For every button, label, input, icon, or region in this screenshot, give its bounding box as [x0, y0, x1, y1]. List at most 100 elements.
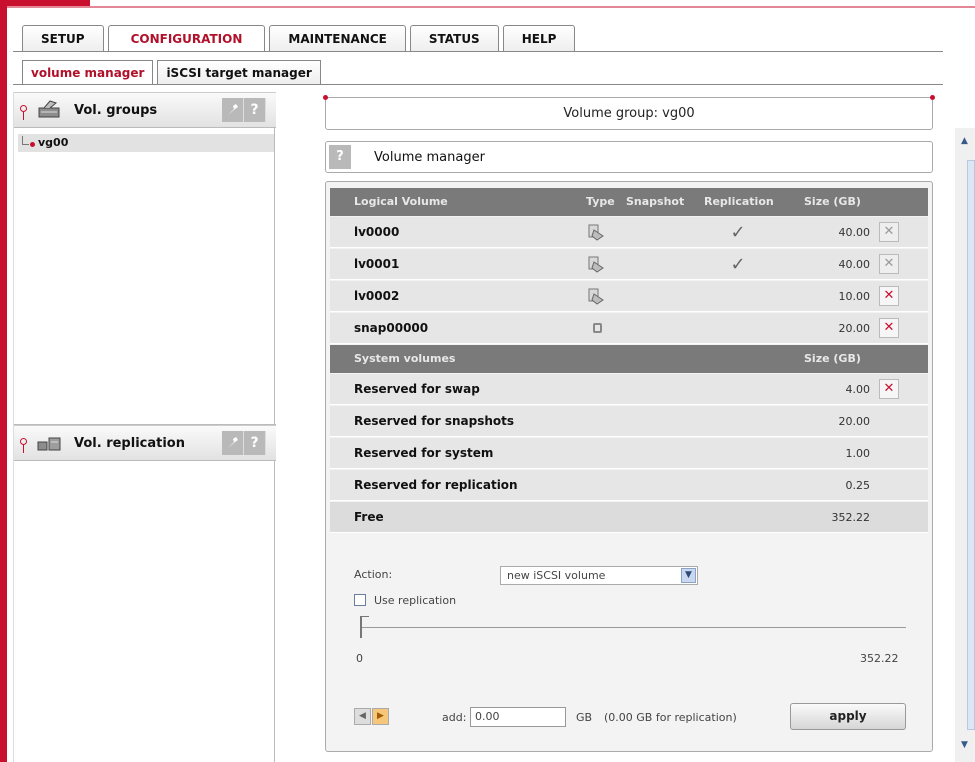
size-slider-thumb[interactable]: [360, 616, 369, 638]
system-volume-table-header: System volumes Size (GB): [330, 345, 928, 373]
tab-status[interactable]: STATUS: [409, 25, 499, 51]
help-icon[interactable]: ?: [244, 98, 266, 122]
chevron-right-icon[interactable]: ▶: [372, 708, 389, 725]
delete-icon[interactable]: ✕: [879, 318, 899, 338]
delete-icon[interactable]: ✕: [879, 222, 899, 242]
volume-manager-title: Volume manager: [374, 150, 485, 165]
action-label: Action:: [354, 568, 393, 581]
tab-setup[interactable]: SETUP: [22, 25, 104, 51]
main-tabs: SETUP CONFIGURATION MAINTENANCE STATUS H…: [22, 25, 579, 52]
volume-group-header: Volume group: vg00: [323, 95, 935, 130]
vol-groups-actions: ?: [222, 98, 266, 122]
volume-name: snap00000: [354, 321, 429, 335]
window-frame-left: [0, 0, 7, 762]
volume-size: 20.00: [838, 322, 871, 335]
replication-note: (0.00 GB for replication): [604, 711, 737, 724]
col-logical-volume: Logical Volume: [354, 195, 448, 208]
snapshot-icon: [593, 323, 602, 333]
chevron-down-icon[interactable]: ▼: [681, 568, 696, 583]
left-panel: Vol. groups ? vg00 Vol. replication ?: [13, 92, 276, 762]
tab-configuration[interactable]: CONFIGURATION: [107, 25, 266, 52]
system-volume-name: Reserved for swap: [354, 382, 480, 396]
table-row: Reserved for swap 4.00 ✕: [330, 374, 928, 405]
vol-replication-title: Vol. replication: [74, 436, 185, 451]
tree-item-vg00[interactable]: vg00: [18, 134, 274, 152]
table-row: Reserved for snapshots 20.00: [330, 406, 928, 437]
help-icon[interactable]: ?: [244, 431, 266, 455]
volume-size: 40.00: [838, 258, 871, 271]
pin-stem: [23, 112, 24, 120]
tab-maintenance[interactable]: MAINTENANCE: [269, 25, 406, 51]
unit-label: GB: [576, 711, 593, 724]
col-type: Type: [586, 195, 615, 208]
wrench-icon[interactable]: [222, 431, 244, 455]
volume-size: 40.00: [838, 226, 871, 239]
col-size: Size (GB): [804, 352, 861, 365]
system-volume-size: 20.00: [838, 415, 871, 428]
free-size: 352.22: [831, 511, 871, 524]
subtab-iscsi-target-manager[interactable]: iSCSI target manager: [157, 60, 321, 84]
delete-icon[interactable]: ✕: [879, 379, 899, 399]
action-select[interactable]: new iSCSI volume ▼: [500, 566, 698, 585]
use-replication-label: Use replication: [374, 594, 457, 607]
sub-tabs-divider: [13, 84, 943, 85]
size-slider-track[interactable]: [360, 627, 906, 628]
iscsi-volume-icon: [588, 288, 604, 305]
table-row: lv0001 ✓ 40.00 ✕: [330, 249, 928, 280]
pin-icon[interactable]: [20, 105, 27, 112]
iscsi-volume-icon: [588, 224, 604, 241]
table-row: lv0002 10.00 ✕: [330, 281, 928, 312]
step-buttons: ◀ ▶: [354, 708, 390, 725]
wrench-icon[interactable]: [222, 98, 244, 122]
help-icon[interactable]: ?: [329, 145, 351, 169]
col-size: Size (GB): [804, 195, 861, 208]
system-volume-name: Reserved for system: [354, 446, 494, 460]
delete-icon[interactable]: ✕: [879, 254, 899, 274]
add-label: add:: [442, 711, 467, 724]
vol-groups-header: Vol. groups ?: [14, 92, 276, 128]
use-replication-checkbox[interactable]: [354, 594, 366, 606]
logical-volume-table-header: Logical Volume Type Snapshot Replication…: [330, 188, 928, 216]
scroll-up-icon[interactable]: ▲: [961, 136, 971, 146]
scrollbar-thumb[interactable]: [967, 160, 975, 730]
vol-groups-title: Vol. groups: [74, 103, 158, 118]
table-row: Reserved for replication 0.25: [330, 470, 928, 501]
subtab-volume-manager[interactable]: volume manager: [22, 60, 154, 84]
corner-dot: [930, 95, 935, 100]
table-row: Reserved for system 1.00: [330, 438, 928, 469]
col-replication: Replication: [704, 195, 774, 208]
replication-check-icon: ✓: [730, 222, 746, 243]
table-row: snap00000 20.00 ✕: [330, 313, 928, 344]
col-snapshot: Snapshot: [626, 195, 685, 208]
free-label: Free: [354, 510, 384, 524]
volume-name: lv0000: [354, 225, 400, 239]
system-volume-size: 0.25: [845, 479, 871, 492]
disk-group-icon: [38, 100, 60, 118]
vol-replication-header: Vol. replication ?: [14, 425, 276, 461]
corner-dot: [323, 95, 328, 100]
tree-bullet-icon: [30, 142, 35, 147]
add-size-input[interactable]: 0.00: [470, 707, 566, 727]
scroll-down-icon[interactable]: ▼: [961, 740, 971, 750]
replication-icon: [37, 437, 61, 451]
volume-group-title: Volume group: vg00: [563, 106, 695, 121]
delete-icon[interactable]: ✕: [879, 286, 899, 306]
volume-name: lv0002: [354, 289, 400, 303]
action-area: Action: new iSCSI volume ▼ Use replicati…: [330, 548, 928, 748]
slider-max-label: 352.22: [860, 652, 899, 665]
pin-icon[interactable]: [20, 438, 27, 445]
slider-min-label: 0: [356, 652, 363, 665]
volume-size: 10.00: [838, 290, 871, 303]
chevron-left-icon[interactable]: ◀: [354, 708, 371, 725]
sub-tabs: volume manager iSCSI target manager: [22, 60, 325, 84]
system-volume-name: Reserved for snapshots: [354, 414, 515, 428]
table-row: Free 352.22: [330, 502, 928, 533]
top-border: [7, 6, 975, 8]
tab-help[interactable]: HELP: [502, 25, 576, 51]
iscsi-volume-icon: [588, 256, 604, 273]
pin-stem: [23, 445, 24, 453]
tree-item-label: vg00: [38, 136, 69, 149]
apply-button[interactable]: apply: [790, 703, 906, 730]
vertical-scrollbar[interactable]: ▲ ▼: [955, 128, 975, 762]
action-select-value: new iSCSI volume: [507, 569, 606, 582]
